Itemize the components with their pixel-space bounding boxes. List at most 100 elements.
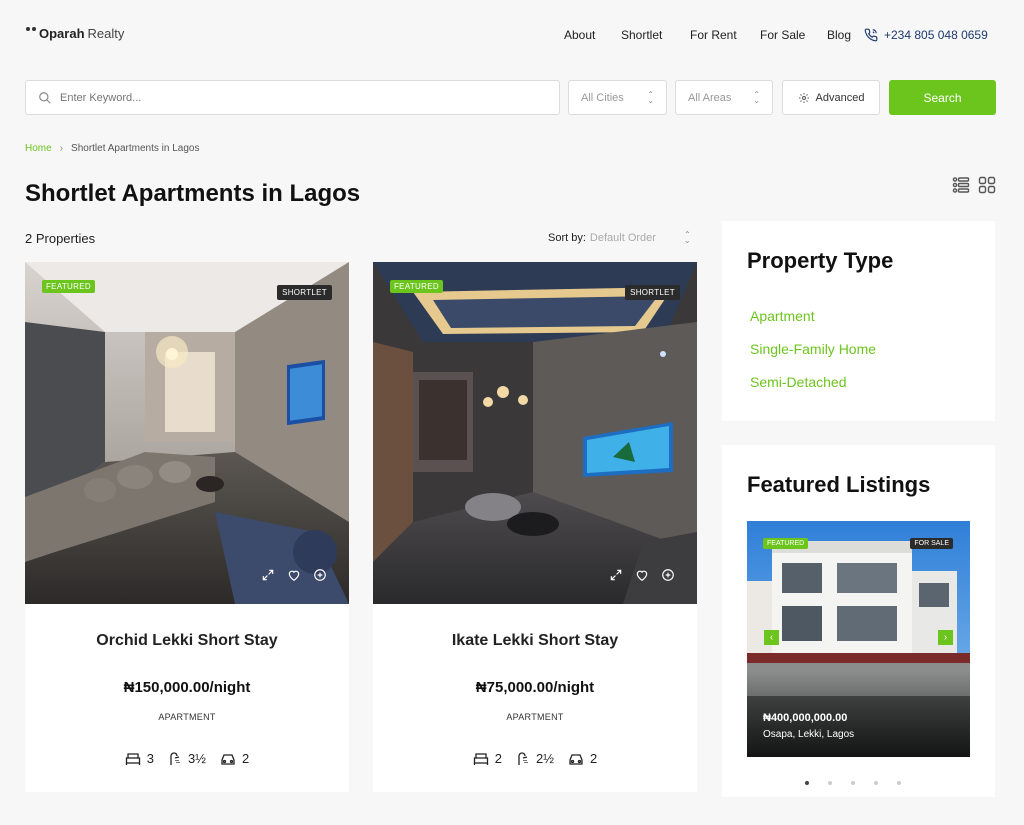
featured-listings-widget: Featured Listings FEATURED FOR SALE ‹ › (722, 445, 995, 797)
property-type-link[interactable]: Single-Family Home (750, 341, 876, 357)
property-card[interactable]: FEATURED SHORTLET Ikate Lekki Short Stay… (373, 262, 697, 792)
sort-control[interactable]: Sort by: Default Order ⌃ ⌄ (548, 230, 691, 245)
featured-badge: FEATURED (42, 280, 95, 293)
listing-type: APARTMENT (158, 712, 216, 722)
chevron-right-icon[interactable]: › (938, 630, 953, 645)
bedrooms-count: 2 (494, 751, 502, 766)
featured-price: ₦400,000,000.00 (763, 712, 848, 724)
shower-icon (518, 751, 528, 765)
listing-type: APARTMENT (506, 712, 564, 722)
site-logo[interactable]: Oparah Realty (25, 26, 124, 41)
nav-shortlet[interactable]: Shortlet (621, 28, 662, 42)
gear-icon (798, 92, 809, 103)
property-type-widget: Property Type Apartment Single-Family Ho… (722, 221, 995, 421)
grid-view-icon[interactable] (978, 176, 996, 194)
listing-price: ₦75,000.00/night (475, 679, 595, 696)
bed-icon (125, 752, 140, 765)
logo-icon (25, 26, 37, 41)
carousel-dot[interactable] (851, 781, 855, 785)
keyword-search-box[interactable] (25, 80, 560, 115)
car-icon (221, 753, 235, 765)
living-room-photo (25, 262, 349, 604)
listing-title[interactable]: Orchid Lekki Short Stay (25, 632, 349, 650)
cities-select-value: All Cities (581, 91, 624, 104)
logo-text-bold: Oparah (39, 26, 85, 41)
phone-number: +234 805 048 0659 (884, 28, 988, 42)
featured-location: Osapa, Lekki, Lagos (763, 729, 855, 740)
carousel-dot[interactable] (828, 781, 832, 785)
bathrooms-count: 2½ (535, 751, 555, 766)
select-arrows-icon: ⌃ ⌄ (753, 89, 760, 105)
property-type-link[interactable]: Apartment (750, 308, 815, 324)
property-image[interactable]: FEATURED SHORTLET (25, 262, 349, 604)
widget-title: Property Type (747, 248, 894, 273)
shower-icon (170, 751, 180, 765)
listing-amenities: 2 2½ 2 (373, 751, 697, 766)
listing-price: ₦150,000.00/night (123, 679, 251, 696)
select-arrows-icon: ⌃ ⌄ (683, 230, 691, 245)
advanced-label: Advanced (815, 91, 865, 104)
garages: 2 (568, 751, 597, 766)
property-type-link[interactable]: Semi-Detached (750, 374, 847, 390)
widget-title: Featured Listings (747, 472, 931, 497)
heart-icon[interactable] (635, 568, 649, 582)
chevron-right-icon: › (59, 143, 64, 154)
areas-select-value: All Areas (688, 91, 732, 104)
garages-count: 2 (590, 751, 598, 766)
carousel-dots (805, 781, 901, 785)
compare-add-icon[interactable] (661, 568, 675, 582)
heart-icon[interactable] (287, 568, 301, 582)
bathrooms: 2½ (516, 751, 554, 766)
listing-title[interactable]: Ikate Lekki Short Stay (373, 632, 697, 650)
listing-label-badge[interactable]: SHORTLET (625, 285, 680, 300)
bedrooms-count: 3 (146, 751, 154, 766)
status-badge[interactable]: FOR SALE (910, 538, 953, 549)
sort-value: Default Order (589, 232, 656, 244)
listing-label-badge[interactable]: SHORTLET (277, 285, 332, 300)
sort-label: Sort by: (548, 232, 586, 244)
chevron-left-icon[interactable]: ‹ (764, 630, 779, 645)
keyword-input[interactable] (60, 91, 520, 104)
list-view-icon[interactable] (952, 176, 970, 194)
areas-select[interactable]: All Areas ⌃ ⌄ (675, 80, 773, 115)
phone-icon (864, 28, 878, 42)
listing-amenities: 3 3½ 2 (25, 751, 349, 766)
site-header: Oparah Realty About Shortlet For Rent Fo… (0, 0, 1024, 70)
garages-count: 2 (242, 751, 250, 766)
page-title: Shortlet Apartments in Lagos (25, 180, 361, 207)
property-count: 2 Properties (25, 231, 96, 246)
property-card[interactable]: FEATURED SHORTLET Orchid Lekki Short Sta… (25, 262, 349, 792)
car-icon (569, 753, 583, 765)
property-image[interactable]: FEATURED SHORTLET (373, 262, 697, 604)
breadcrumb: Home › Shortlet Apartments in Lagos (25, 143, 199, 154)
cities-select[interactable]: All Cities ⌃ ⌄ (568, 80, 667, 115)
search-icon (39, 91, 51, 104)
carousel-dot[interactable] (897, 781, 901, 785)
nav-about[interactable]: About (564, 28, 595, 42)
featured-badge: FEATURED (763, 538, 809, 549)
carousel-dot[interactable] (874, 781, 878, 785)
bathrooms: 3½ (168, 751, 206, 766)
search-button[interactable]: Search (889, 80, 996, 115)
bedrooms: 3 (125, 751, 154, 766)
carousel-dot[interactable] (805, 781, 809, 785)
breadcrumb-home[interactable]: Home (25, 143, 52, 154)
nav-for-sale[interactable]: For Sale (760, 28, 805, 42)
compare-add-icon[interactable] (313, 568, 327, 582)
view-switcher (952, 176, 996, 194)
bedrooms: 2 (473, 751, 502, 766)
image-actions (609, 568, 675, 582)
image-actions (261, 568, 327, 582)
phone-link[interactable]: +234 805 048 0659 (864, 28, 988, 42)
advanced-search-button[interactable]: Advanced (782, 80, 880, 115)
nav-for-rent[interactable]: For Rent (690, 28, 737, 42)
expand-icon[interactable] (609, 568, 623, 582)
featured-listing-card[interactable]: FEATURED FOR SALE ‹ › ₦400,000,000.00 Os… (747, 521, 970, 757)
nav-blog[interactable]: Blog (827, 28, 851, 42)
bathrooms-count: 3½ (187, 751, 207, 766)
garages: 2 (220, 751, 249, 766)
bed-icon (473, 752, 488, 765)
expand-icon[interactable] (261, 568, 275, 582)
logo-text-light: Realty (87, 26, 125, 41)
living-room-photo (373, 262, 697, 604)
